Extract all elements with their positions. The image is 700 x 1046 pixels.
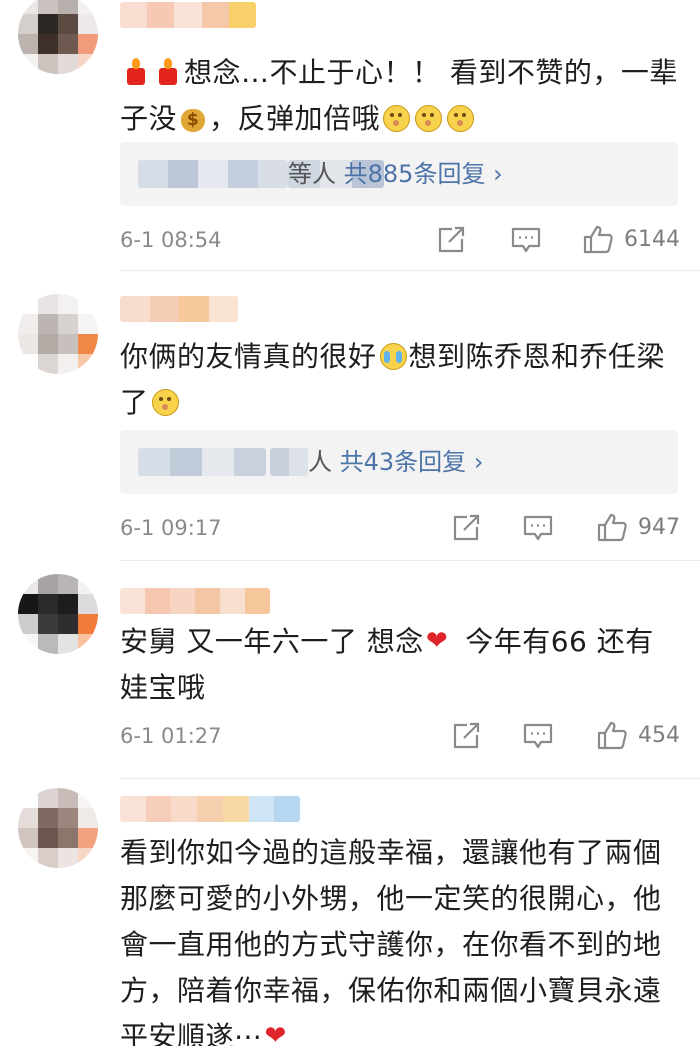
reply-names: 人 [308,448,332,476]
avatar[interactable] [18,574,98,654]
heart-emoji-icon [264,1021,294,1046]
comment-text: 看到你如今過的這般幸福，還讓他有了兩個那麼可愛的小外甥，他一定笑的很開心，他會一… [120,830,680,1046]
rolling-eyes-emoji-icon [381,103,411,133]
heart-emoji-icon [425,626,455,656]
comment-text: 安舅 又一年六一了 想念 今年有66 还有娃宝哦 [120,619,680,711]
reply-names-blurred [270,448,308,476]
reply-names-blurred [138,448,266,476]
rolling-eyes-emoji-icon [445,103,475,133]
comment-text-part: 看到你如今過的這般幸福，還讓他有了兩個那麼可愛的小外甥，他一定笑的很開心，他會一… [120,836,662,1046]
comment-text-part: ，反弹加倍哦 [209,102,381,135]
comment-item: 安舅 又一年六一了 想念 今年有66 还有娃宝哦 6-1 01:27 454 [0,560,700,780]
comment-item: 你俩的友情真的很好 想到陈乔恩和乔任梁了 人 共43条回复 › 6-1 09:17 [0,270,700,560]
comment-item: 看到你如今過的這般幸福，還讓他有了兩個那麼可愛的小外甥，他一定笑的很開心，他會一… [0,778,700,1046]
reply-count[interactable]: 共43条回复 [340,448,467,476]
username-blurred[interactable] [120,296,238,322]
like-count: 454 [638,723,680,748]
rolling-eyes-emoji-icon [413,103,443,133]
reply-names-blurred [138,160,288,188]
avatar[interactable] [18,0,98,74]
comment-timestamp: 6-1 01:27 [120,724,222,748]
reply-count[interactable]: 共885条回复 [344,160,486,188]
share-icon[interactable] [450,721,482,751]
comment-item: 想念…不止于心！！ 看到不赞的，一辈子没，反弹加倍哦 等人 共885条回复 › … [0,0,700,270]
like-count: 6144 [624,227,680,252]
comment-feed: 想念…不止于心！！ 看到不赞的，一辈子没，反弹加倍哦 等人 共885条回复 › … [0,0,700,1046]
thumbs-up-icon[interactable] [596,512,628,542]
reply-summary-text: 等人 共885条回复 › [288,157,503,191]
avatar[interactable] [18,788,98,868]
comment-text-part: 安舅 又一年六一了 想念 [120,625,424,658]
thumbs-up-icon[interactable] [582,224,614,254]
comment-icon[interactable] [522,513,554,543]
money-bag-emoji-icon [178,103,208,133]
comment-icon[interactable] [510,225,542,255]
crying-emoji-icon [378,341,408,371]
thumbs-up-icon[interactable] [596,720,628,750]
share-icon[interactable] [435,225,467,255]
share-icon[interactable] [450,513,482,543]
reply-arrow: › [473,448,484,476]
comment-text-part: 你俩的友情真的很好 [120,340,377,373]
reply-summary[interactable]: 人 共43条回复 › [120,430,678,494]
comment-icon[interactable] [522,721,554,751]
comment-text: 你俩的友情真的很好 想到陈乔恩和乔任梁了 [120,334,680,426]
reply-summary-text: 人 共43条回复 › [308,445,483,479]
username-blurred[interactable] [120,2,256,28]
avatar[interactable] [18,294,98,374]
comment-text: 想念…不止于心！！ 看到不赞的，一辈子没，反弹加倍哦 [120,50,680,142]
like-count: 947 [638,515,680,540]
comment-timestamp: 6-1 08:54 [120,228,222,252]
reply-summary[interactable]: 等人 共885条回复 › [120,142,678,206]
rolling-eyes-emoji-icon [150,387,180,417]
reply-names: 等人 [288,160,336,188]
candle-emoji-icon [153,57,183,87]
comment-timestamp: 6-1 09:17 [120,516,222,540]
username-blurred[interactable] [120,796,300,822]
username-blurred[interactable] [120,588,270,614]
reply-arrow: › [493,160,503,188]
candle-emoji-icon [121,57,151,87]
